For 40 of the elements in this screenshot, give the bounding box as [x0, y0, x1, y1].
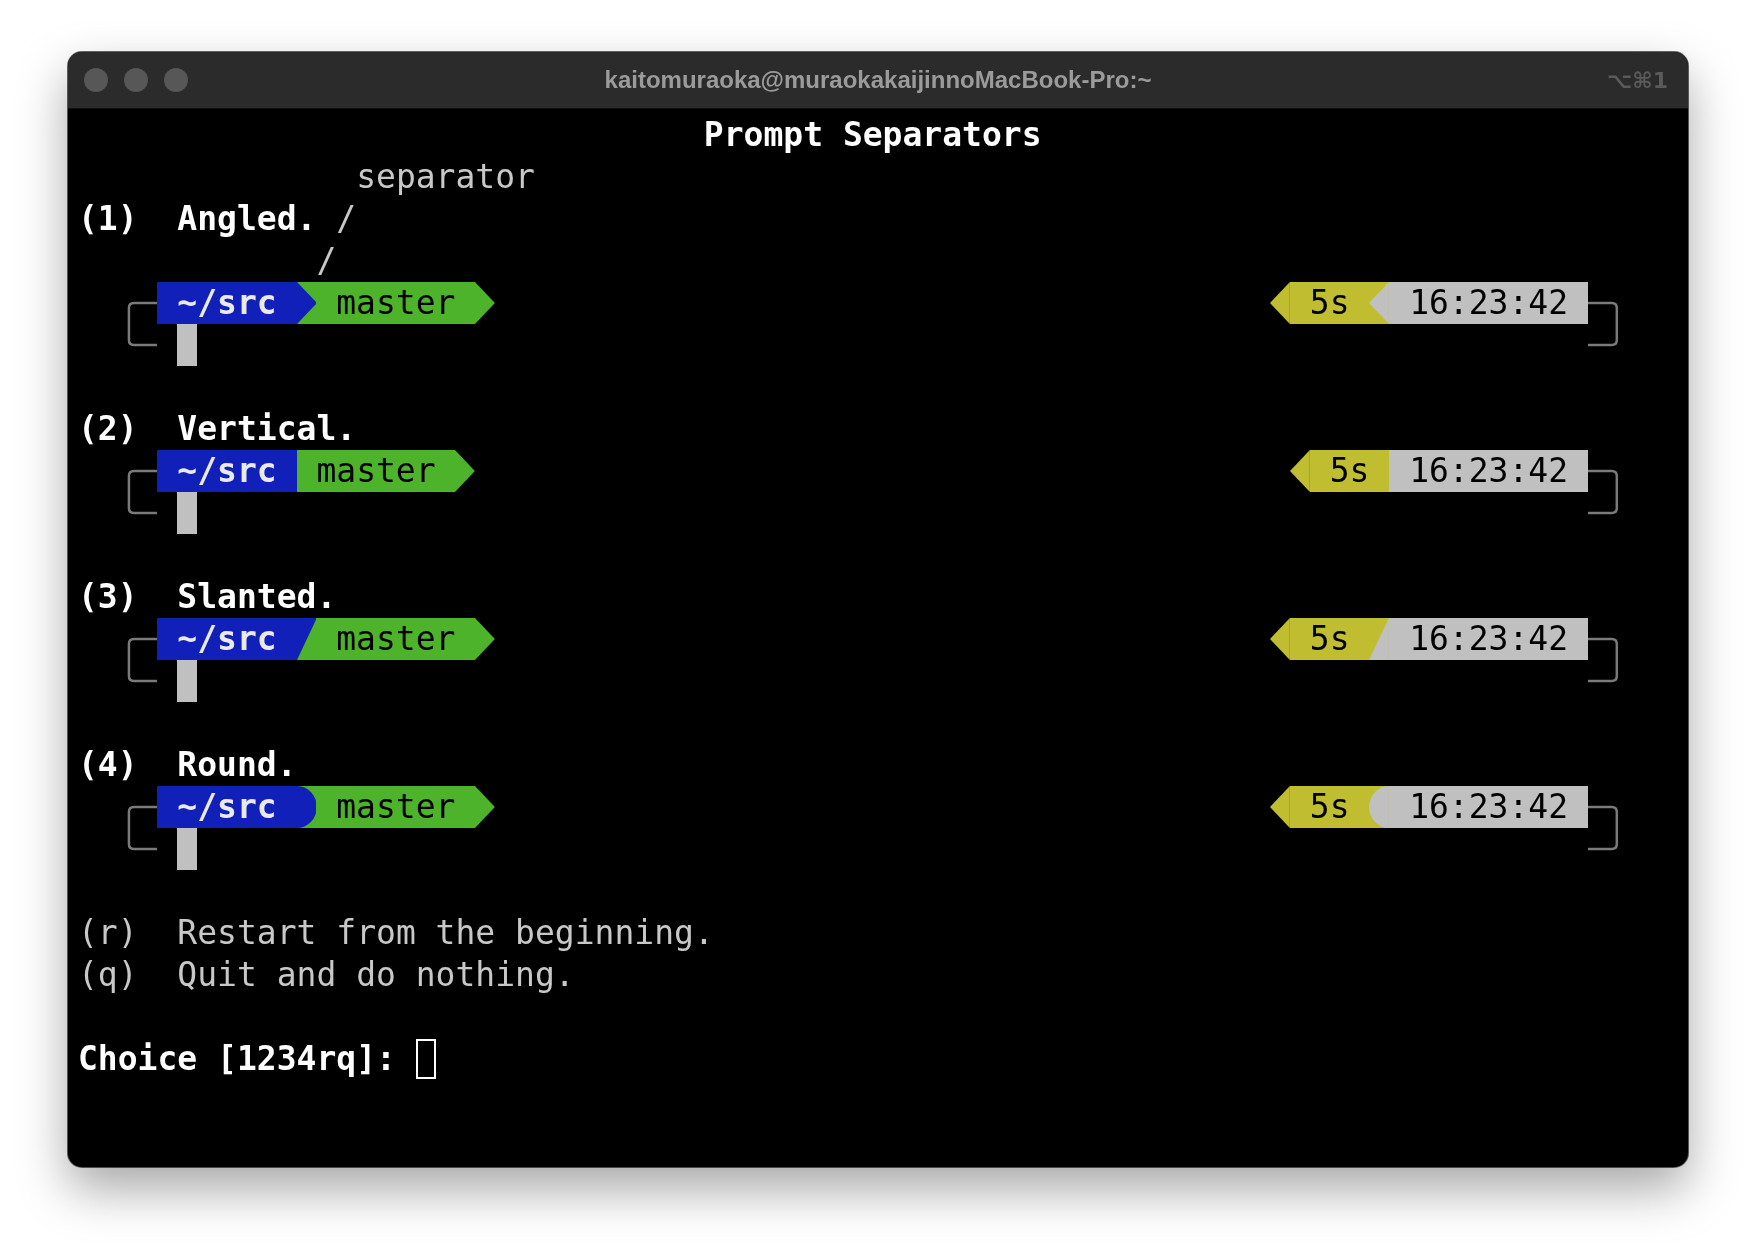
option-label: Slanted.: [177, 576, 337, 618]
prompt-segment: 16:23:42: [1389, 450, 1588, 492]
cursor-block: [177, 492, 198, 534]
zoom-button[interactable]: [164, 68, 188, 92]
cursor-block: [177, 660, 198, 702]
command-key: (q): [78, 954, 138, 996]
close-button[interactable]: [84, 68, 108, 92]
arrow-tip-icon: [1270, 282, 1290, 324]
command-label: Restart from the beginning.: [177, 912, 714, 954]
arrow-tip-icon: [475, 618, 496, 660]
prompt-segment: ~/src: [157, 450, 297, 492]
option-label: Angled.: [177, 198, 317, 240]
prompt-label: Choice [1234rq]:: [78, 1038, 396, 1080]
annotation-label: separator: [356, 156, 535, 198]
option-key: (2): [78, 408, 138, 450]
arrow-tip-icon: [1270, 618, 1290, 660]
option-key: (3): [78, 576, 138, 618]
separator-icon: [1369, 786, 1390, 828]
option-key: (1): [78, 198, 138, 240]
cursor-block: [177, 324, 198, 366]
arrow-tip-icon: [475, 786, 496, 828]
pointer-slash: /: [336, 198, 357, 240]
command-label: Quit and do nothing.: [177, 954, 575, 996]
separator-icon: [296, 786, 317, 828]
option-label: Vertical.: [177, 408, 357, 450]
command-key: (r): [78, 912, 138, 954]
window-title: kaitomuraoka@muraokakaijinnoMacBook-Pro:~: [604, 66, 1152, 93]
option-label: Round.: [177, 744, 297, 786]
text-cursor: [415, 1039, 436, 1079]
arrow-tip-icon: [475, 282, 496, 324]
option-key: (4): [78, 744, 138, 786]
pointer-slash: /: [316, 240, 337, 282]
separator-icon: [1369, 282, 1390, 324]
screen-heading: Prompt Separators: [702, 114, 1043, 156]
arrow-tip-icon: [455, 450, 476, 492]
arrow-tip-icon: [1289, 450, 1310, 492]
cursor-block: [177, 828, 198, 870]
arrow-tip-icon: [1270, 786, 1290, 828]
minimize-button[interactable]: [124, 68, 148, 92]
separator-icon: [1369, 618, 1390, 660]
